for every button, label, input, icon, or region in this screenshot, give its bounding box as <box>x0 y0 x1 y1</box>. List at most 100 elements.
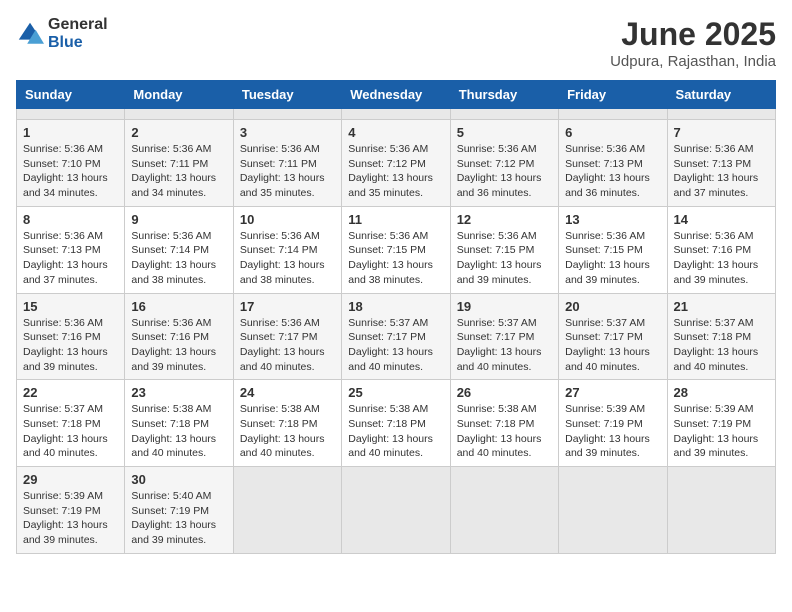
table-row <box>559 467 667 554</box>
table-row: 29Sunrise: 5:39 AMSunset: 7:19 PMDayligh… <box>17 467 125 554</box>
day-info: Sunrise: 5:36 AMSunset: 7:14 PMDaylight:… <box>240 229 335 288</box>
table-row: 19 Sunrise: 5:37 AMSunset: 7:17 PMDayligh… <box>450 293 558 380</box>
calendar-week-row: 29Sunrise: 5:39 AMSunset: 7:19 PMDayligh… <box>17 467 776 554</box>
day-number: 6 <box>565 125 660 140</box>
table-row: 3 Sunrise: 5:36 AMSunset: 7:11 PMDaylight… <box>233 120 341 207</box>
table-row <box>450 467 558 554</box>
calendar-table: Sunday Monday Tuesday Wednesday Thursday… <box>16 80 776 554</box>
day-info: Sunrise: 5:36 AMSunset: 7:17 PMDaylight:… <box>240 316 335 375</box>
table-row: 27 Sunrise: 5:39 AMSunset: 7:19 PMDayligh… <box>559 380 667 467</box>
table-row: 17 Sunrise: 5:36 AMSunset: 7:17 PMDayligh… <box>233 293 341 380</box>
day-number: 9 <box>131 212 226 227</box>
day-number: 12 <box>457 212 552 227</box>
day-number: 4 <box>348 125 443 140</box>
table-row <box>342 109 450 120</box>
table-row: 7Sunrise: 5:36 AMSunset: 7:13 PMDaylight… <box>667 120 775 207</box>
logo-icon <box>16 20 44 48</box>
table-row: 30Sunrise: 5:40 AMSunset: 7:19 PMDayligh… <box>125 467 233 554</box>
day-info: Sunrise: 5:36 AMSunset: 7:13 PMDaylight:… <box>565 142 660 201</box>
day-info: Sunrise: 5:37 AMSunset: 7:17 PMDaylight:… <box>565 316 660 375</box>
day-info: Sunrise: 5:39 AMSunset: 7:19 PMDaylight:… <box>674 402 769 461</box>
day-number: 29 <box>23 472 118 487</box>
table-row: 22 Sunrise: 5:37 AMSunset: 7:18 PMDayligh… <box>17 380 125 467</box>
calendar-subtitle: Udpura, Rajasthan, India <box>610 53 776 70</box>
day-info: Sunrise: 5:36 AMSunset: 7:16 PMDaylight:… <box>23 316 118 375</box>
header-saturday: Saturday <box>667 81 775 109</box>
table-row <box>450 109 558 120</box>
header-friday: Friday <box>559 81 667 109</box>
header-wednesday: Wednesday <box>342 81 450 109</box>
day-number: 27 <box>565 385 660 400</box>
table-row <box>667 109 775 120</box>
table-row: 11 Sunrise: 5:36 AMSunset: 7:15 PMDayligh… <box>342 206 450 293</box>
day-info: Sunrise: 5:37 AMSunset: 7:18 PMDaylight:… <box>23 402 118 461</box>
day-info: Sunrise: 5:38 AMSunset: 7:18 PMDaylight:… <box>131 402 226 461</box>
day-number: 1 <box>23 125 118 140</box>
calendar-title: June 2025 <box>610 16 776 53</box>
header-monday: Monday <box>125 81 233 109</box>
calendar-header-row: Sunday Monday Tuesday Wednesday Thursday… <box>17 81 776 109</box>
title-area: June 2025 Udpura, Rajasthan, India <box>610 16 776 70</box>
day-info: Sunrise: 5:39 AMSunset: 7:19 PMDaylight:… <box>565 402 660 461</box>
day-number: 23 <box>131 385 226 400</box>
calendar-week-row: 15Sunrise: 5:36 AMSunset: 7:16 PMDayligh… <box>17 293 776 380</box>
day-info: Sunrise: 5:36 AMSunset: 7:13 PMDaylight:… <box>23 229 118 288</box>
table-row <box>125 109 233 120</box>
day-number: 18 <box>348 299 443 314</box>
day-info: Sunrise: 5:36 AMSunset: 7:16 PMDaylight:… <box>131 316 226 375</box>
table-row: 15Sunrise: 5:36 AMSunset: 7:16 PMDayligh… <box>17 293 125 380</box>
table-row <box>233 109 341 120</box>
day-number: 2 <box>131 125 226 140</box>
table-row: 1 Sunrise: 5:36 AMSunset: 7:10 PMDaylight… <box>17 120 125 207</box>
table-row: 6 Sunrise: 5:36 AMSunset: 7:13 PMDaylight… <box>559 120 667 207</box>
day-number: 19 <box>457 299 552 314</box>
day-info: Sunrise: 5:36 AMSunset: 7:12 PMDaylight:… <box>348 142 443 201</box>
table-row: 9Sunrise: 5:36 AMSunset: 7:14 PMDaylight… <box>125 206 233 293</box>
day-info: Sunrise: 5:38 AMSunset: 7:18 PMDaylight:… <box>457 402 552 461</box>
day-info: Sunrise: 5:37 AMSunset: 7:18 PMDaylight:… <box>674 316 769 375</box>
day-info: Sunrise: 5:36 AMSunset: 7:11 PMDaylight:… <box>240 142 335 201</box>
table-row: 2Sunrise: 5:36 AMSunset: 7:11 PMDaylight… <box>125 120 233 207</box>
day-info: Sunrise: 5:36 AMSunset: 7:15 PMDaylight:… <box>348 229 443 288</box>
day-number: 14 <box>674 212 769 227</box>
day-number: 16 <box>131 299 226 314</box>
day-number: 8 <box>23 212 118 227</box>
header: General Blue June 2025 Udpura, Rajasthan… <box>16 16 776 70</box>
logo: General Blue <box>16 16 108 51</box>
day-info: Sunrise: 5:36 AMSunset: 7:12 PMDaylight:… <box>457 142 552 201</box>
day-number: 11 <box>348 212 443 227</box>
day-info: Sunrise: 5:36 AMSunset: 7:16 PMDaylight:… <box>674 229 769 288</box>
calendar-week-row <box>17 109 776 120</box>
day-info: Sunrise: 5:38 AMSunset: 7:18 PMDaylight:… <box>240 402 335 461</box>
day-number: 22 <box>23 385 118 400</box>
day-number: 28 <box>674 385 769 400</box>
logo-blue-text: Blue <box>48 34 108 52</box>
table-row <box>667 467 775 554</box>
table-row: 26 Sunrise: 5:38 AMSunset: 7:18 PMDayligh… <box>450 380 558 467</box>
table-row: 10Sunrise: 5:36 AMSunset: 7:14 PMDayligh… <box>233 206 341 293</box>
day-number: 25 <box>348 385 443 400</box>
day-info: Sunrise: 5:36 AMSunset: 7:10 PMDaylight:… <box>23 142 118 201</box>
day-number: 3 <box>240 125 335 140</box>
calendar-week-row: 1 Sunrise: 5:36 AMSunset: 7:10 PMDaylight… <box>17 120 776 207</box>
day-info: Sunrise: 5:37 AMSunset: 7:17 PMDaylight:… <box>457 316 552 375</box>
table-row: 5Sunrise: 5:36 AMSunset: 7:12 PMDaylight… <box>450 120 558 207</box>
day-number: 17 <box>240 299 335 314</box>
day-info: Sunrise: 5:36 AMSunset: 7:15 PMDaylight:… <box>457 229 552 288</box>
day-info: Sunrise: 5:38 AMSunset: 7:18 PMDaylight:… <box>348 402 443 461</box>
header-sunday: Sunday <box>17 81 125 109</box>
day-number: 30 <box>131 472 226 487</box>
table-row: 20Sunrise: 5:37 AMSunset: 7:17 PMDayligh… <box>559 293 667 380</box>
day-number: 26 <box>457 385 552 400</box>
table-row: 18 Sunrise: 5:37 AMSunset: 7:17 PMDayligh… <box>342 293 450 380</box>
header-thursday: Thursday <box>450 81 558 109</box>
table-row: 25 Sunrise: 5:38 AMSunset: 7:18 PMDayligh… <box>342 380 450 467</box>
day-number: 24 <box>240 385 335 400</box>
day-number: 21 <box>674 299 769 314</box>
day-info: Sunrise: 5:37 AMSunset: 7:17 PMDaylight:… <box>348 316 443 375</box>
logo-text: General Blue <box>48 16 108 51</box>
table-row <box>342 467 450 554</box>
day-info: Sunrise: 5:36 AMSunset: 7:15 PMDaylight:… <box>565 229 660 288</box>
table-row: 28 Sunrise: 5:39 AMSunset: 7:19 PMDayligh… <box>667 380 775 467</box>
table-row <box>559 109 667 120</box>
